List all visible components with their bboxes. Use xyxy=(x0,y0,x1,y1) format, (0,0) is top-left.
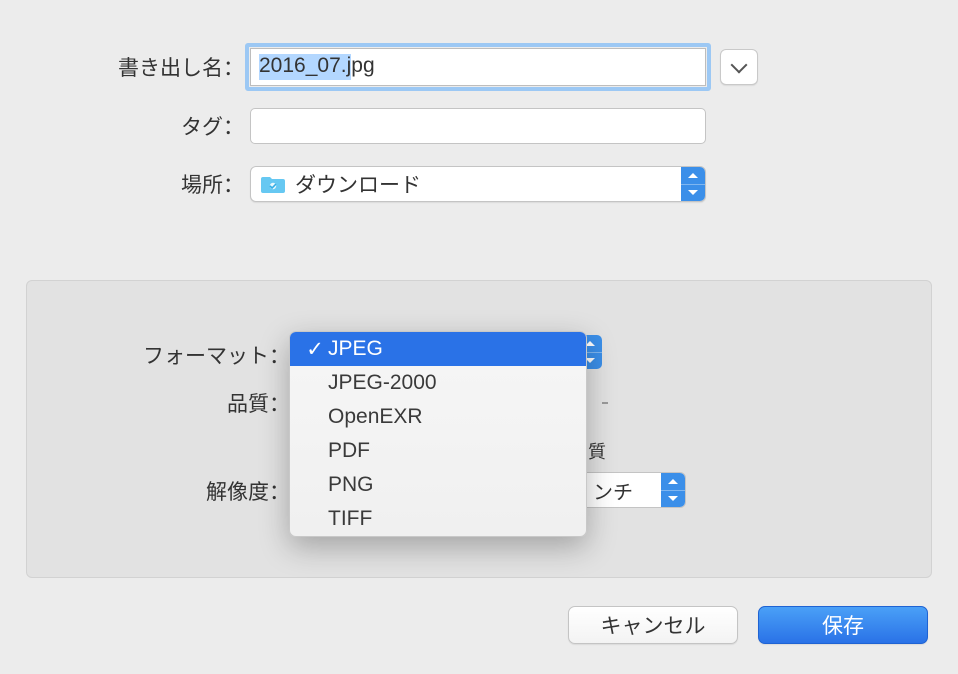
format-option-label: PNG xyxy=(328,473,374,497)
tags-label: タグ： xyxy=(0,111,250,141)
format-option-label: JPEG xyxy=(328,337,383,361)
expand-save-panel-button[interactable] xyxy=(720,49,758,85)
format-option-label: PDF xyxy=(328,439,370,463)
popup-arrows-icon xyxy=(661,473,685,507)
tags-input[interactable] xyxy=(250,108,706,144)
quality-caption-peek: 質 xyxy=(588,438,606,464)
save-button-label: 保存 xyxy=(822,610,864,640)
location-row: 場所： ダウンロード xyxy=(0,166,958,202)
resolution-label: 解像度： xyxy=(60,476,290,506)
cancel-button-label: キャンセル xyxy=(601,610,706,640)
format-option-jpeg[interactable]: ✓ JPEG xyxy=(290,332,586,366)
filename-label: 書き出し名： xyxy=(0,52,250,82)
location-label: 場所： xyxy=(0,169,250,199)
filename-input[interactable] xyxy=(250,48,706,86)
location-value: ダウンロード xyxy=(295,169,421,199)
quality-slider-peek xyxy=(602,402,608,404)
format-option-label: JPEG-2000 xyxy=(328,371,437,395)
filename-field[interactable]: 2016_07.jpg xyxy=(250,48,706,86)
popup-arrows-icon xyxy=(681,167,705,201)
dialog-footer: キャンセル 保存 xyxy=(568,606,928,644)
location-popup[interactable]: ダウンロード xyxy=(250,166,706,202)
quality-label: 品質： xyxy=(60,388,290,418)
format-option-tiff[interactable]: TIFF xyxy=(290,502,586,536)
format-option-label: OpenEXR xyxy=(328,405,423,429)
save-button[interactable]: 保存 xyxy=(758,606,928,644)
filename-row: 書き出し名： 2016_07.jpg xyxy=(0,48,958,86)
format-option-label: TIFF xyxy=(328,507,372,531)
format-menu[interactable]: ✓ JPEG JPEG-2000 OpenEXR PDF PNG TIFF xyxy=(289,331,587,537)
format-label: フォーマット： xyxy=(60,340,290,370)
resolution-unit-popup[interactable]: ンチ xyxy=(586,472,686,508)
resolution-unit-peek: ンチ xyxy=(593,476,633,505)
export-dialog: 書き出し名： 2016_07.jpg タグ： 場所： xyxy=(0,48,958,674)
format-option-png[interactable]: PNG xyxy=(290,468,586,502)
checkmark-icon: ✓ xyxy=(304,337,326,362)
chevron-down-icon xyxy=(731,57,748,74)
format-option-openexr[interactable]: OpenEXR xyxy=(290,400,586,434)
folder-icon xyxy=(261,174,285,194)
cancel-button[interactable]: キャンセル xyxy=(568,606,738,644)
tags-row: タグ： xyxy=(0,108,958,144)
format-option-jpeg2000[interactable]: JPEG-2000 xyxy=(290,366,586,400)
format-option-pdf[interactable]: PDF xyxy=(290,434,586,468)
